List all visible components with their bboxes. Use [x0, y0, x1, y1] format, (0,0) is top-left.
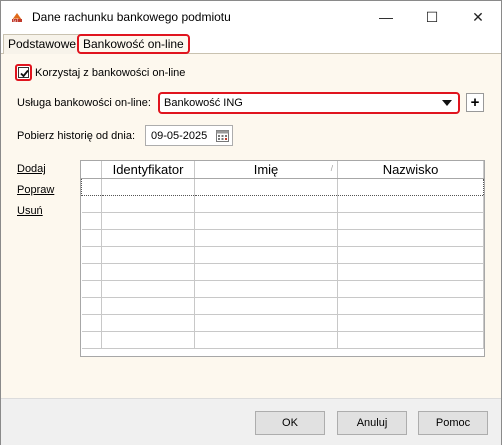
table-row[interactable] [81, 297, 484, 315]
table-cell[interactable] [194, 195, 338, 213]
table-cell[interactable] [81, 177, 102, 196]
table-row[interactable] [81, 331, 484, 349]
table-cell[interactable] [194, 331, 338, 349]
table-cell[interactable] [194, 263, 338, 281]
ok-button[interactable]: OK [255, 411, 325, 435]
table-cell[interactable] [101, 297, 195, 315]
sort-icon: / [330, 164, 333, 173]
edit-link[interactable]: Popraw [17, 184, 54, 196]
title-bar: GT Dane rachunku bankowego podmiotu — ☐ … [1, 1, 501, 33]
table-row[interactable] [81, 314, 484, 332]
table-row[interactable] [81, 263, 484, 281]
table-cell[interactable] [81, 331, 102, 349]
table-cell[interactable] [101, 314, 195, 332]
table-cell[interactable] [194, 246, 338, 264]
column-header-imie[interactable]: Imię / [194, 161, 338, 179]
service-label: Usługa bankowości on-line: [17, 97, 151, 109]
table-cell[interactable] [194, 297, 338, 315]
table-cell[interactable] [337, 297, 484, 315]
table-cell[interactable] [81, 280, 102, 298]
table-cell[interactable] [81, 229, 102, 247]
minimize-icon[interactable]: — [363, 1, 409, 33]
tab-podstawowe[interactable]: Podstawowe [3, 34, 82, 54]
svg-text:GT: GT [13, 18, 19, 23]
cancel-button[interactable]: Anuluj [337, 411, 407, 435]
table-cell[interactable] [337, 246, 484, 264]
checkmark-icon [20, 69, 29, 78]
table-cell[interactable] [81, 314, 102, 332]
tab-content: Korzystaj z bankowości on-line Usługa ba… [1, 55, 501, 399]
table-cell[interactable] [337, 177, 484, 196]
app-icon: GT [12, 13, 22, 23]
calendar-icon[interactable] [216, 129, 229, 142]
table-row[interactable] [81, 195, 484, 213]
use-online-highlight [15, 64, 32, 81]
use-online-row: Korzystaj z bankowości on-line [15, 64, 185, 81]
table-cell[interactable] [101, 212, 195, 230]
dialog-window: GT Dane rachunku bankowego podmiotu — ☐ … [0, 0, 502, 445]
table-cell[interactable] [101, 263, 195, 281]
service-select-value: Bankowość ING [164, 97, 243, 109]
column-header-identyfikator[interactable]: Identyfikator [101, 161, 195, 179]
window-title: Dane rachunku bankowego podmiotu [32, 10, 231, 24]
table-cell[interactable] [101, 195, 195, 213]
table-cell[interactable] [337, 195, 484, 213]
table-cell[interactable] [101, 331, 195, 349]
column-header-nazwisko[interactable]: Nazwisko [337, 161, 484, 179]
dropdown-arrow-icon[interactable] [442, 100, 452, 106]
table-cell[interactable] [337, 263, 484, 281]
table-cell[interactable] [81, 263, 102, 281]
column-header-imie-label: Imię [253, 161, 279, 177]
table-cell[interactable] [101, 280, 195, 298]
table-row[interactable] [81, 280, 484, 298]
table-cell[interactable] [337, 314, 484, 332]
table-row[interactable] [81, 212, 484, 230]
history-label: Pobierz historię od dnia: [17, 130, 136, 142]
table-cell[interactable] [194, 212, 338, 230]
row-actions: Dodaj Popraw Usuń [17, 163, 54, 226]
table-row[interactable] [81, 229, 484, 247]
table-cell[interactable] [101, 177, 195, 196]
use-online-checkbox[interactable] [18, 67, 29, 78]
table-cell[interactable] [101, 229, 195, 247]
table-cell[interactable] [337, 229, 484, 247]
help-button[interactable]: Pomoc [418, 411, 488, 435]
table-row[interactable] [81, 246, 484, 264]
tab-bankowosc-online[interactable]: Bankowość on-line [77, 34, 190, 54]
table-row[interactable] [81, 177, 484, 196]
use-online-label: Korzystaj z bankowości on-line [35, 66, 186, 79]
table-cell[interactable] [194, 280, 338, 298]
table-cell[interactable] [337, 212, 484, 230]
persons-grid[interactable]: Identyfikator Imię / Nazwisko [80, 160, 485, 357]
button-bar: OK Anuluj Pomoc [1, 398, 501, 445]
add-service-button[interactable]: + [466, 93, 484, 112]
tab-strip: Podstawowe Bankowość on-line [1, 33, 501, 54]
table-cell[interactable] [337, 331, 484, 349]
table-cell[interactable] [81, 246, 102, 264]
table-cell[interactable] [101, 246, 195, 264]
table-cell[interactable] [81, 212, 102, 230]
history-date-input[interactable]: 09-05-2025 [145, 125, 233, 146]
table-cell[interactable] [194, 229, 338, 247]
table-cell[interactable] [337, 280, 484, 298]
table-cell[interactable] [81, 195, 102, 213]
maximize-icon[interactable]: ☐ [409, 1, 455, 33]
delete-link[interactable]: Usuń [17, 205, 54, 217]
close-icon[interactable]: ✕ [455, 1, 501, 33]
table-cell[interactable] [81, 297, 102, 315]
history-date-value: 09-05-2025 [151, 130, 208, 142]
add-link[interactable]: Dodaj [17, 163, 54, 175]
table-cell[interactable] [194, 314, 338, 332]
table-cell[interactable] [194, 177, 338, 196]
service-select[interactable]: Bankowość ING [158, 92, 460, 114]
column-header-selector[interactable] [81, 161, 102, 179]
